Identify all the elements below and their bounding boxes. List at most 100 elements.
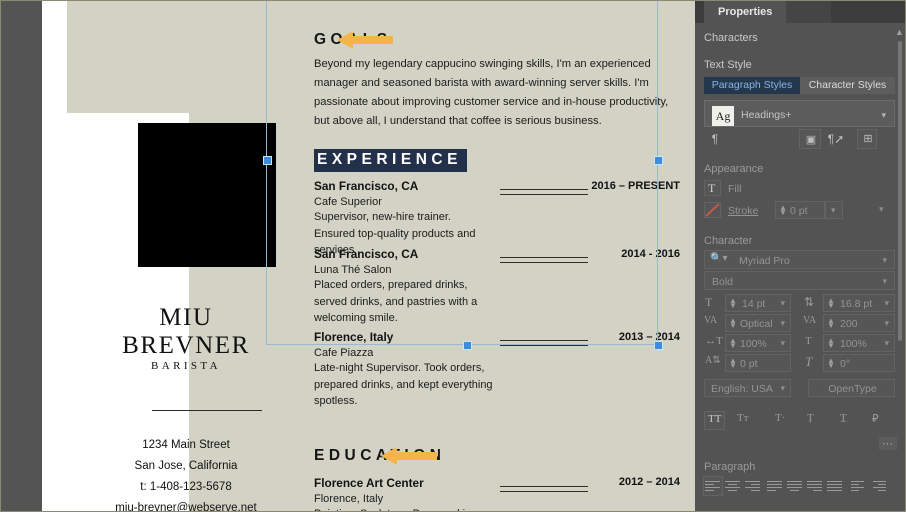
stroke-style-chevron-icon[interactable]: ▾ bbox=[879, 204, 884, 215]
subscript-icon[interactable]: Ț bbox=[807, 412, 814, 424]
stroke-label[interactable]: Stroke bbox=[728, 205, 758, 217]
align-toward-spine-icon[interactable] bbox=[851, 479, 867, 493]
goals-body-text[interactable]: Beyond my legendary cappucino swinging s… bbox=[314, 55, 680, 131]
paragraph-mark-icon[interactable]: ¶ bbox=[707, 132, 723, 146]
stepper-icon[interactable]: ▲ ▼ bbox=[729, 297, 737, 310]
rotation-icon: T bbox=[805, 354, 813, 369]
horizontal-scale-input[interactable]: ▲ ▼ 100% ▾ bbox=[725, 334, 791, 352]
callout-arrow-education bbox=[381, 447, 437, 465]
redefine-style-button[interactable]: ▣ bbox=[799, 129, 821, 149]
tab-character-styles[interactable]: Character Styles bbox=[800, 77, 895, 94]
paragraph-label: Paragraph bbox=[704, 461, 756, 473]
section-heading-experience[interactable]: EXPERIENCE bbox=[314, 149, 467, 172]
more-options-icon[interactable]: ⋯ bbox=[879, 437, 897, 450]
font-style-input[interactable]: Bold ▾ bbox=[704, 271, 895, 290]
stroke-weight-input[interactable]: ▲ ▼ 0 pt bbox=[775, 201, 825, 219]
search-icon[interactable]: 🔍▾ bbox=[710, 253, 727, 264]
font-family-input[interactable]: 🔍▾ Myriad Pro ▾ bbox=[704, 250, 895, 269]
leading-input[interactable]: ▲ ▼ 16.8 pt ▾ bbox=[823, 294, 895, 312]
underline-icon[interactable]: T̲ bbox=[840, 412, 847, 424]
stepper-icon[interactable]: ▲ ▼ bbox=[827, 337, 835, 350]
language-select[interactable]: English: USA ▾ bbox=[704, 379, 791, 397]
selection-edge-bottom[interactable] bbox=[266, 344, 658, 345]
align-away-spine-icon[interactable] bbox=[873, 479, 889, 493]
redefine-style-icon: ▣ bbox=[805, 134, 817, 146]
chevron-down-icon[interactable]: ▾ bbox=[881, 110, 886, 121]
chevron-down-icon[interactable]: ▾ bbox=[884, 338, 889, 349]
tab-properties[interactable]: Properties bbox=[704, 1, 787, 23]
paragraph-style-selector[interactable]: Ag Headings+ ▾ bbox=[704, 100, 895, 127]
fill-swatch[interactable]: T bbox=[704, 180, 721, 196]
document-canvas[interactable]: MIU BREVNER BARISTA 1234 Main Street San… bbox=[1, 1, 695, 511]
stroke-weight-dropdown[interactable]: ▾ bbox=[825, 201, 843, 219]
language-value: English: USA bbox=[711, 383, 773, 395]
character-label: Character bbox=[704, 235, 753, 247]
photo-placeholder[interactable] bbox=[138, 123, 276, 267]
job-dates-1: 2016 – PRESENT bbox=[591, 180, 680, 192]
stepper-icon[interactable]: ▲ ▼ bbox=[729, 337, 737, 350]
font-style-value: Bold bbox=[712, 276, 734, 288]
tracking-input[interactable]: ▲ ▼ 200 ▾ bbox=[823, 314, 895, 332]
chevron-down-icon[interactable]: ▾ bbox=[884, 298, 889, 309]
job-location: San Francisco, CA bbox=[314, 247, 419, 261]
panel-scrollbar[interactable] bbox=[898, 41, 902, 341]
justify-last-left-icon[interactable] bbox=[767, 479, 783, 493]
strikethrough-icon[interactable]: ⃄ bbox=[872, 412, 879, 426]
stepper-icon[interactable]: ▲ ▼ bbox=[779, 204, 787, 217]
job-location: San Francisco, CA bbox=[314, 179, 419, 193]
selection-edge-right[interactable] bbox=[657, 1, 658, 345]
education-entry-1[interactable]: Florence Art Center Florence, Italy Pain… bbox=[314, 476, 494, 511]
vertical-scale-icon: T bbox=[805, 335, 812, 347]
chevron-down-icon[interactable]: ▾ bbox=[780, 338, 785, 349]
job-description: Placed orders, prepared drinks, served d… bbox=[314, 279, 478, 324]
experience-job-2[interactable]: San Francisco, CA Luna Thé Salon Placed … bbox=[314, 247, 494, 327]
style-name: Headings+ bbox=[741, 109, 792, 121]
stroke-swatch[interactable] bbox=[704, 202, 721, 218]
selection-handle-bottom-center[interactable] bbox=[463, 341, 472, 350]
stepper-icon[interactable]: ▲ ▼ bbox=[827, 357, 835, 370]
fill-t-icon: T bbox=[708, 181, 716, 195]
chevron-down-icon[interactable]: ▾ bbox=[780, 383, 785, 394]
opentype-label: OpenType bbox=[828, 383, 877, 395]
superscript-icon[interactable]: T· bbox=[775, 412, 785, 424]
resume-page[interactable]: MIU BREVNER BARISTA 1234 Main Street San… bbox=[42, 1, 695, 511]
school-name: Florence Art Center bbox=[314, 476, 424, 490]
rotation-input[interactable]: ▲ ▼ 0° bbox=[823, 354, 895, 372]
all-caps-button[interactable]: TT bbox=[704, 411, 725, 430]
justify-all-icon[interactable] bbox=[827, 479, 843, 493]
kerning-icon: VA bbox=[704, 315, 718, 326]
align-right-icon[interactable] bbox=[745, 479, 761, 493]
selection-handle-left-middle[interactable] bbox=[263, 156, 272, 165]
selection-handle-right-middle[interactable] bbox=[654, 156, 663, 165]
panel-scroll-up-icon[interactable]: ▲ bbox=[895, 27, 904, 37]
kerning-value: Optical bbox=[740, 318, 773, 330]
baseline-shift-input[interactable]: ▲ ▼ 0 pt bbox=[725, 354, 791, 372]
chevron-down-icon[interactable]: ▾ bbox=[882, 255, 887, 266]
new-style-icon: ⊞ bbox=[863, 133, 873, 145]
leading-value: 16.8 pt bbox=[840, 298, 873, 310]
kerning-input[interactable]: ▲ ▼ Optical ▾ bbox=[725, 314, 791, 332]
stepper-icon[interactable]: ▲ ▼ bbox=[827, 317, 835, 330]
font-size-input[interactable]: ▲ ▼ 14 pt ▾ bbox=[725, 294, 791, 312]
school-location: Florence, Italy bbox=[314, 493, 384, 505]
justify-last-center-icon[interactable] bbox=[787, 479, 803, 493]
align-center-icon[interactable] bbox=[725, 479, 741, 493]
vertical-scale-input[interactable]: ▲ ▼ 100% ▾ bbox=[823, 334, 895, 352]
chevron-down-icon[interactable]: ▾ bbox=[884, 318, 889, 329]
chevron-down-icon[interactable]: ▾ bbox=[780, 298, 785, 309]
stepper-icon[interactable]: ▲ ▼ bbox=[729, 357, 737, 370]
stepper-icon[interactable]: ▲ ▼ bbox=[827, 297, 835, 310]
justify-last-right-icon[interactable] bbox=[807, 479, 823, 493]
clear-overrides-icon[interactable]: ¶➚ bbox=[827, 132, 845, 146]
new-style-button[interactable]: ⊞ bbox=[857, 129, 877, 149]
appearance-label: Appearance bbox=[704, 163, 764, 175]
chevron-down-icon[interactable]: ▾ bbox=[882, 276, 887, 287]
tab-paragraph-styles[interactable]: Paragraph Styles bbox=[704, 77, 800, 94]
chevron-down-icon[interactable]: ▾ bbox=[780, 318, 785, 329]
small-caps-icon[interactable]: Tᴛ bbox=[737, 412, 749, 424]
stepper-icon[interactable]: ▲ ▼ bbox=[729, 317, 737, 330]
selection-handle-bottom-right[interactable] bbox=[654, 341, 663, 350]
selection-edge-left[interactable] bbox=[266, 1, 267, 345]
properties-panel[interactable]: Properties ▲ Characters Text Style Parag… bbox=[695, 1, 905, 511]
opentype-button[interactable]: OpenType bbox=[808, 379, 895, 397]
